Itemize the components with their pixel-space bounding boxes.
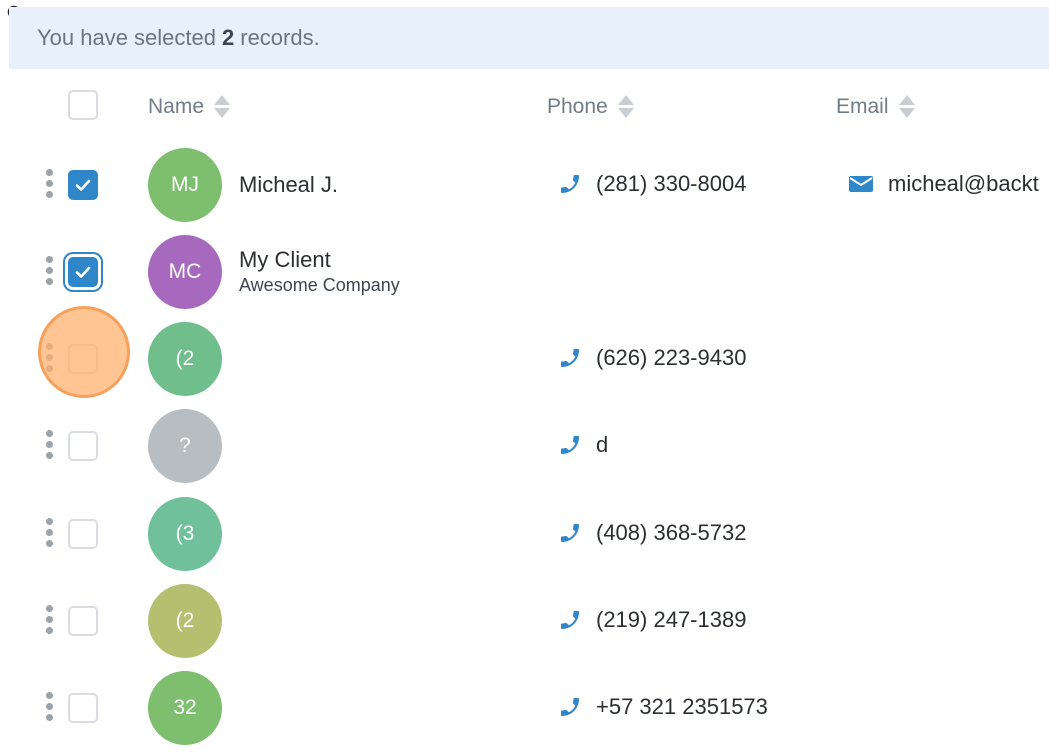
phone-number[interactable]: (281) 330-8004 <box>596 171 746 197</box>
row-checkbox[interactable] <box>68 693 98 723</box>
drag-handle-icon[interactable] <box>46 692 54 724</box>
sort-icon[interactable] <box>617 94 634 120</box>
avatar-initials: MJ <box>171 173 199 196</box>
avatar-initials: (2 <box>175 609 195 632</box>
avatar-initials: (2 <box>175 347 195 370</box>
table-row[interactable]: (2 (626) 223-9430 <box>0 316 1049 403</box>
table-header: Name Phone Email <box>0 84 1049 132</box>
phone-number[interactable]: d <box>596 432 608 458</box>
row-checkbox[interactable] <box>68 606 98 636</box>
phone-icon <box>561 349 579 367</box>
column-name[interactable]: Name <box>148 94 231 120</box>
drag-handle-icon[interactable] <box>46 430 54 462</box>
column-email[interactable]: Email <box>836 94 915 120</box>
table-row[interactable]: ? d <box>0 403 1049 490</box>
banner-suffix: records. <box>240 25 320 50</box>
contact-name[interactable]: Micheal J. <box>239 172 338 198</box>
row-checkbox[interactable] <box>68 170 98 200</box>
avatar-initials: MC <box>168 260 202 283</box>
contact-name[interactable]: My Client <box>239 247 331 273</box>
phone-cell[interactable]: (281) 330-8004 <box>558 171 746 197</box>
avatar: ? <box>148 409 222 483</box>
phone-cell[interactable]: (219) 247-1389 <box>558 607 746 633</box>
table-row[interactable]: MJ Micheal J. (281) 330-8004 micheal@backt <box>0 142 1049 229</box>
row-checkbox[interactable] <box>68 257 98 287</box>
phone-icon <box>561 698 579 716</box>
drag-handle-icon[interactable] <box>46 169 54 201</box>
avatar-initials: ? <box>179 434 191 457</box>
phone-icon <box>561 524 579 542</box>
select-all-checkbox[interactable] <box>68 90 98 120</box>
avatar: (2 <box>148 584 222 658</box>
drag-handle-icon[interactable] <box>46 256 54 288</box>
phone-icon <box>561 611 579 629</box>
avatar: (2 <box>148 322 222 396</box>
phone-number[interactable]: +57 321 2351573 <box>596 694 768 720</box>
column-email-label: Email <box>836 95 889 118</box>
avatar: MJ <box>148 148 222 222</box>
table-row[interactable]: (2 (219) 247-1389 <box>0 578 1049 665</box>
selected-count: 2 <box>222 25 235 50</box>
table-row[interactable]: 32 +57 321 2351573 <box>0 665 1049 752</box>
phone-number[interactable]: (408) 368-5732 <box>596 520 746 546</box>
phone-cell[interactable]: d <box>558 432 608 458</box>
phone-number[interactable]: (626) 223-9430 <box>596 345 746 371</box>
drag-handle-icon[interactable] <box>46 518 54 550</box>
column-name-label: Name <box>148 95 205 118</box>
sort-icon[interactable] <box>898 94 915 120</box>
avatar: MC <box>148 235 222 309</box>
phone-number[interactable]: (219) 247-1389 <box>596 607 746 633</box>
sort-icon[interactable] <box>214 94 231 120</box>
row-checkbox[interactable] <box>68 431 98 461</box>
phone-icon <box>561 436 579 454</box>
banner-prefix: You have selected <box>37 25 216 50</box>
click-highlight-marker <box>38 306 130 398</box>
phone-cell[interactable]: (626) 223-9430 <box>558 345 746 371</box>
email-icon <box>849 176 873 192</box>
avatar: (3 <box>148 497 222 571</box>
drag-handle-icon[interactable] <box>46 605 54 637</box>
phone-cell[interactable]: (408) 368-5732 <box>558 520 746 546</box>
phone-cell[interactable]: +57 321 2351573 <box>558 694 768 720</box>
table-row[interactable]: MC My Client Awesome Company <box>0 229 1049 316</box>
table-row[interactable]: (3 (408) 368-5732 <box>0 491 1049 578</box>
phone-icon <box>561 175 579 193</box>
row-checkbox[interactable] <box>68 519 98 549</box>
avatar-initials: (3 <box>175 522 195 545</box>
contact-company: Awesome Company <box>239 275 400 295</box>
column-phone-label: Phone <box>547 95 608 118</box>
email-cell[interactable]: micheal@backt <box>848 171 1039 197</box>
selection-banner: You have selected 2 records. <box>9 7 1049 69</box>
email-address[interactable]: micheal@backt <box>888 171 1039 197</box>
avatar-initials: 32 <box>173 696 197 719</box>
column-phone[interactable]: Phone <box>547 94 634 120</box>
avatar: 32 <box>148 671 222 745</box>
